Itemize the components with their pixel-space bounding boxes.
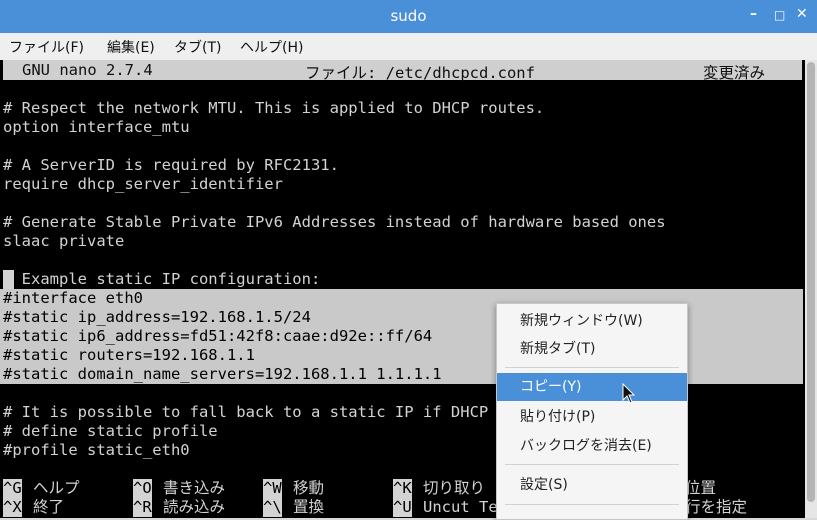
- shortcut-key: ^R: [133, 498, 152, 517]
- menu-item-label: コピー(Y): [520, 379, 582, 395]
- menu-item-new-window[interactable]: 新規ウィンドウ(W): [497, 307, 687, 335]
- shortcut-key: ^G: [3, 479, 22, 498]
- editor-line: #static routers=192.168.1.1: [3, 346, 255, 364]
- nano-filename: ファイル: /etc/dhcpcd.conf: [305, 64, 535, 82]
- scrollbar-thumb[interactable]: [807, 62, 815, 502]
- shortcut-key: ^K: [393, 479, 412, 498]
- menu-item-new-tab[interactable]: 新規タブ(T): [497, 335, 687, 363]
- editor-line: slaac private: [3, 232, 125, 250]
- menu-separator: [505, 464, 679, 465]
- menu-separator: [505, 504, 679, 505]
- shortcut-label: 読み込み: [163, 498, 226, 516]
- menu-help[interactable]: ヘルプ(H): [240, 37, 303, 57]
- shortcut-label: 置換: [293, 498, 325, 516]
- menu-item-label: 新規タブ(T): [520, 341, 596, 357]
- minimize-button[interactable]: –: [750, 6, 757, 22]
- editor-line: #static ip6_address=fd51:42f8:caae:d92e:…: [3, 327, 433, 345]
- window-title: sudo: [390, 7, 427, 25]
- menu-separator: [505, 367, 679, 368]
- shortcut-label: 行を指定: [685, 498, 748, 516]
- editor-line: # Generate Stable Private IPv6 Addresses…: [3, 213, 666, 231]
- shortcut-key: ^\: [263, 498, 282, 517]
- editor-line: # Respect the network MTU. This is appli…: [3, 99, 545, 117]
- menu-item-copy[interactable]: コピー(Y): [497, 373, 687, 401]
- shortcut-key: ^O: [133, 479, 152, 498]
- title-bar: sudo – □ ✕: [0, 0, 817, 33]
- editor-line: #interface eth0: [3, 289, 143, 307]
- context-menu: 新規ウィンドウ(W) 新規タブ(T) コピー(Y) 貼り付け(P) バックログを…: [496, 303, 688, 520]
- editor-line: option interface_mtu: [3, 118, 190, 136]
- menu-item-paste[interactable]: 貼り付け(P): [497, 403, 687, 431]
- editor-line: # It is possible to fall back to a stati…: [3, 403, 554, 421]
- close-button[interactable]: ✕: [796, 6, 808, 22]
- shortcut-label: 移動: [293, 479, 325, 497]
- shortcut-key: ^X: [3, 498, 22, 517]
- menu-item-label: 新規ウィンドウ(W): [520, 313, 643, 329]
- shortcut-label: 書き込み: [163, 479, 226, 497]
- editor-line: # Example static IP configuration:: [3, 270, 321, 288]
- editor-line: #static ip_address=192.168.1.5/24: [3, 308, 311, 326]
- menu-item-label: 貼り付け(P): [520, 409, 596, 425]
- editor-line: require dhcp_server_identifier: [3, 175, 283, 193]
- shortcut-label: ヘルプ: [33, 479, 80, 497]
- shortcut-label: 終了: [33, 498, 65, 516]
- menu-item-label: バックログを消去(E): [520, 438, 652, 454]
- shortcut-label: 切り取り: [423, 479, 486, 497]
- editor-line: #profile static_eth0: [3, 441, 190, 459]
- editor-line: #static domain_name_servers=192.168.1.1 …: [3, 365, 442, 383]
- shortcut-key: ^W: [263, 479, 282, 498]
- menu-item-label: 設定(S): [520, 477, 568, 493]
- menu-item-clear-backlog[interactable]: バックログを消去(E): [497, 432, 687, 460]
- nano-header: GNU nano 2.7.4 ファイル: /etc/dhcpcd.conf 変更…: [3, 60, 802, 82]
- shortcut-label: 位置: [685, 479, 717, 497]
- mouse-pointer-icon: [622, 383, 636, 404]
- menu-file[interactable]: ファイル(F): [9, 37, 84, 57]
- menu-item-settings[interactable]: 設定(S): [497, 471, 687, 499]
- shortcut-key: ^U: [393, 498, 412, 517]
- maximize-button[interactable]: □: [774, 8, 785, 22]
- menu-bar: ファイル(F) 編集(E) タブ(T) ヘルプ(H): [0, 33, 817, 60]
- nano-modified-status: 変更済み: [703, 64, 766, 82]
- nano-version: GNU nano 2.7.4: [22, 61, 153, 79]
- editor-line: # A ServerID is required by RFC2131.: [3, 156, 339, 174]
- menu-edit[interactable]: 編集(E): [107, 37, 155, 57]
- editor-line: # define static profile: [3, 422, 218, 440]
- menu-tabs[interactable]: タブ(T): [174, 37, 221, 57]
